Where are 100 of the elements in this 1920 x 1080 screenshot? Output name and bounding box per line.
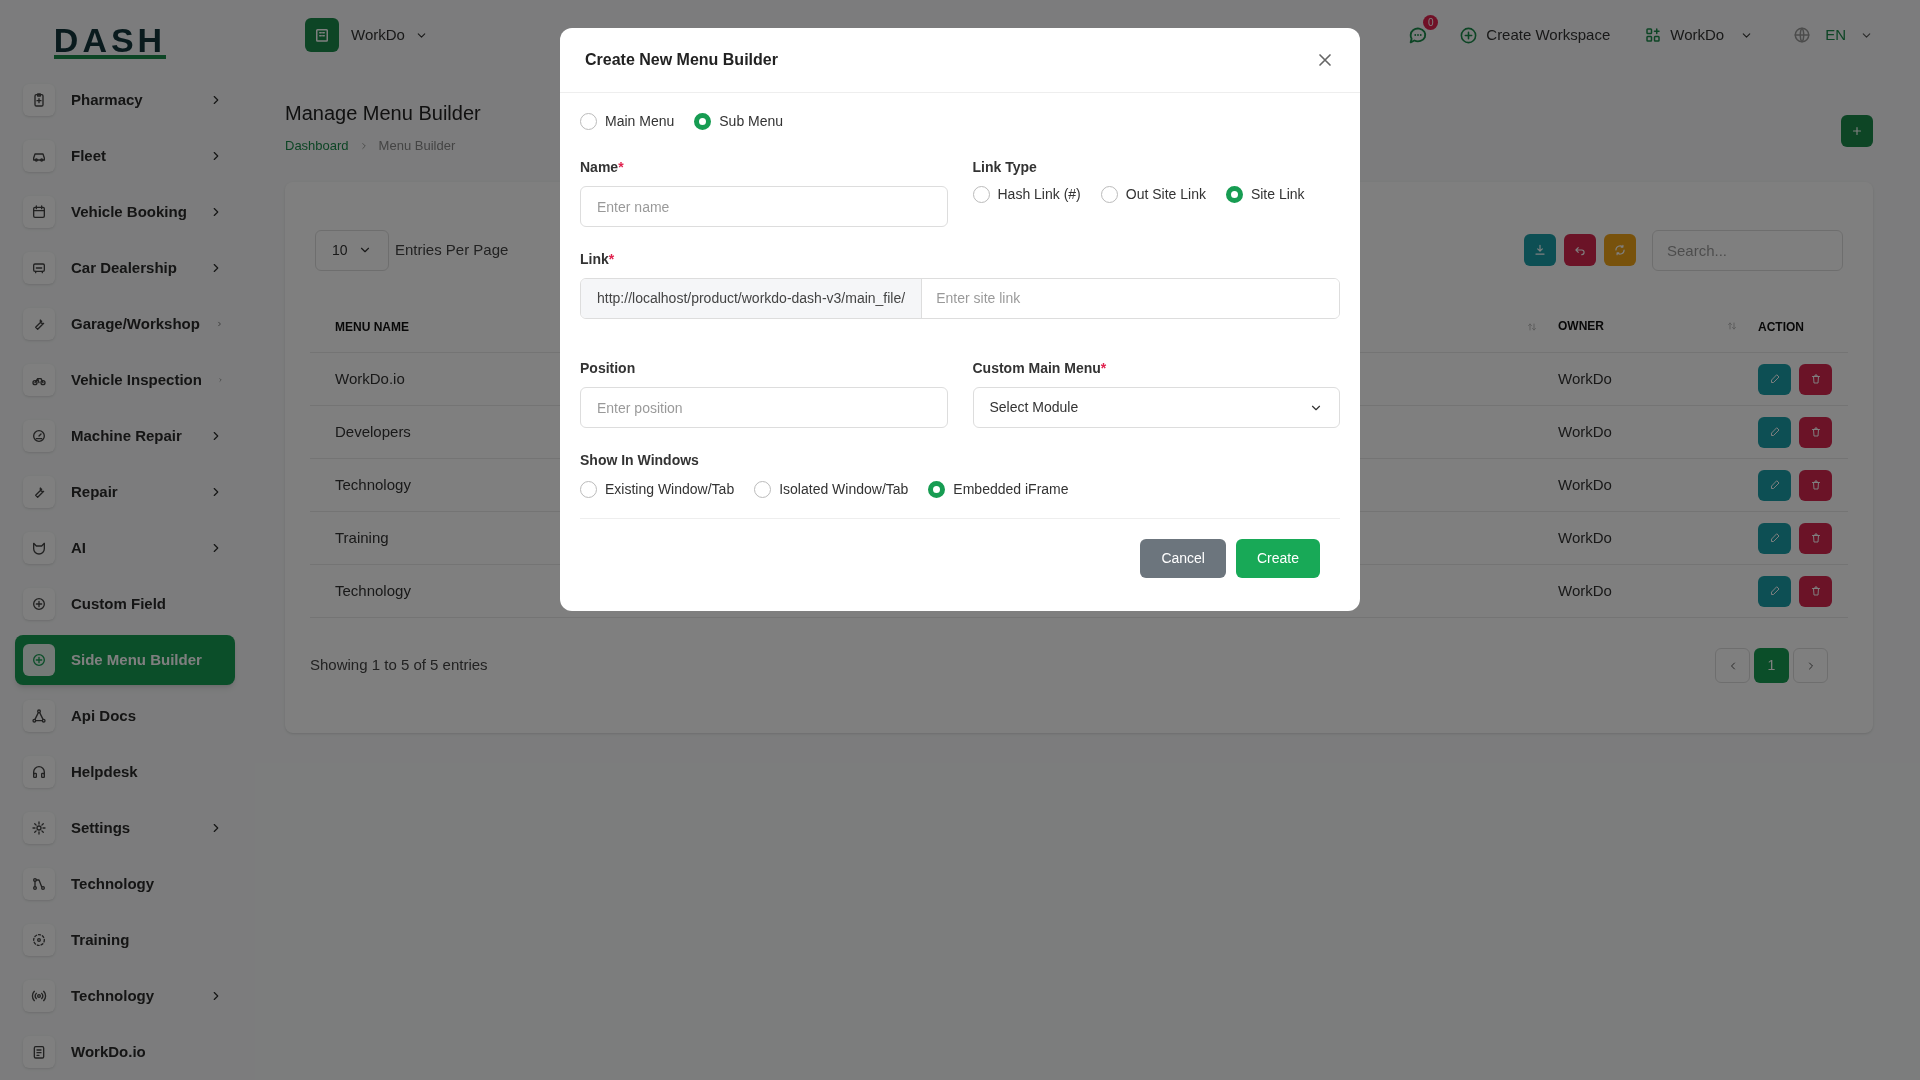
sidebar-item[interactable]: Training <box>15 915 235 965</box>
input-field[interactable]: Enter position <box>580 387 948 428</box>
sidebar-item[interactable]: Repair <box>15 467 235 517</box>
edit-button[interactable] <box>1758 416 1791 448</box>
radio-button[interactable] <box>1225 186 1243 203</box>
delete-button[interactable] <box>1799 469 1832 501</box>
breadcrumb-current: Menu Builder <box>378 137 456 155</box>
entries-label: Entries Per Page <box>395 239 509 260</box>
refresh-button[interactable] <box>1604 234 1636 266</box>
delete-button[interactable] <box>1799 522 1832 554</box>
sidebar-item[interactable]: Pharmacy <box>15 75 235 125</box>
mask-icon <box>31 540 47 556</box>
delete-button[interactable] <box>1799 416 1832 448</box>
radio-option[interactable]: Hash Link (#) <box>972 184 1081 205</box>
table-summary: Showing 1 to 5 of 5 entries <box>310 655 488 676</box>
account-dropdown[interactable]: WorkDo <box>1644 23 1754 47</box>
sidebar-item[interactable]: Technology <box>15 971 235 1021</box>
cancel-button[interactable]: Cancel <box>1140 539 1226 578</box>
page-button[interactable]: 1 <box>1754 648 1789 683</box>
language-dropdown[interactable]: EN <box>1793 23 1873 47</box>
clipboard-icon <box>31 92 47 108</box>
breadcrumb-link[interactable]: Dashboard <box>285 136 349 156</box>
edit-button[interactable] <box>1758 469 1791 501</box>
field-label: Show In Windows <box>580 451 700 470</box>
sidebar-item[interactable]: Fleet <box>15 131 235 181</box>
pencil-icon <box>1768 426 1781 438</box>
trash-icon <box>1809 532 1822 544</box>
workspace-button[interactable] <box>305 18 339 52</box>
table-cell: Technology <box>335 475 411 493</box>
radio-button[interactable] <box>972 186 990 203</box>
radio-option[interactable]: Main Menu <box>580 111 675 132</box>
field-label: Position <box>580 359 637 378</box>
add-button[interactable] <box>1841 115 1873 147</box>
pencil-icon <box>1768 373 1781 385</box>
radio-option[interactable]: Sub Menu <box>694 111 784 132</box>
dashed-circle-icon <box>31 932 47 948</box>
workspace-dropdown[interactable]: WorkDo <box>351 23 428 47</box>
nodes-icon <box>31 876 47 892</box>
sidebar-item[interactable]: Vehicle Inspection <box>15 355 235 405</box>
entries-select[interactable]: 10 <box>315 229 389 271</box>
column-header: ACTION <box>1758 320 1804 334</box>
building-icon <box>313 26 331 44</box>
radio-button[interactable] <box>580 113 597 130</box>
module-select[interactable]: Select Module <box>972 387 1340 428</box>
globe-icon <box>1793 26 1812 44</box>
sidebar-item[interactable]: Technology <box>15 859 235 909</box>
create-workspace-button[interactable]: Create Workspace <box>1459 23 1611 47</box>
edit-button[interactable] <box>1758 575 1791 607</box>
edit-button[interactable] <box>1758 363 1791 395</box>
notification-badge: 0 <box>1423 15 1439 30</box>
radio-button[interactable] <box>754 481 772 498</box>
sidebar-item[interactable]: Settings <box>15 803 235 853</box>
field-label: Name* <box>580 158 625 177</box>
settings-icon <box>31 820 47 836</box>
edit-button[interactable] <box>1758 522 1791 554</box>
export-button[interactable] <box>1524 234 1556 266</box>
modal-title: Create New Menu Builder <box>585 50 778 70</box>
undo-button[interactable] <box>1564 234 1596 266</box>
trash-icon <box>1809 426 1822 438</box>
column-header: OWNER <box>1558 318 1604 336</box>
sidebar-item[interactable]: Car Dealership <box>15 243 235 293</box>
pencil-icon <box>1768 532 1781 544</box>
delete-button[interactable] <box>1799 575 1832 607</box>
radio-option[interactable]: Site Link <box>1225 184 1305 205</box>
page-title: Manage Menu Builder <box>285 101 481 126</box>
table-cell: Developers <box>335 422 411 440</box>
sidebar-item[interactable]: Helpdesk <box>15 747 235 797</box>
sidebar-item[interactable]: Side Menu Builder <box>15 635 235 685</box>
previous-page-button[interactable] <box>1715 648 1750 683</box>
radio-option[interactable]: Existing Window/Tab <box>580 479 735 500</box>
radio-option[interactable]: Out Site Link <box>1100 184 1206 205</box>
input-field[interactable]: Enter name <box>580 186 948 227</box>
radio-option[interactable]: Isolated Window/Tab <box>754 479 909 500</box>
radio-button[interactable] <box>928 481 946 498</box>
next-page-button[interactable] <box>1793 648 1828 683</box>
radio-button[interactable] <box>694 113 712 130</box>
trash-icon <box>1809 585 1822 597</box>
field-label: Link* <box>580 250 616 269</box>
sidebar-item[interactable]: Vehicle Booking <box>15 187 235 237</box>
sidebar-item[interactable]: Api Docs <box>15 691 235 741</box>
radio-button[interactable] <box>1100 186 1118 203</box>
sidebar-item[interactable]: AI <box>15 523 235 573</box>
delete-button[interactable] <box>1799 363 1832 395</box>
table-cell: WorkDo <box>1558 581 1612 599</box>
calendar-icon <box>31 204 47 220</box>
sidebar-item[interactable]: Machine Repair <box>15 411 235 461</box>
pencil-icon <box>1768 585 1781 597</box>
pencil-icon <box>1768 479 1781 491</box>
sidebar-item[interactable]: Custom Field <box>15 579 235 629</box>
radio-option[interactable]: Embedded iFrame <box>928 479 1069 500</box>
link-input-group[interactable]: http://localhost/product/workdo-dash-v3/main_file/ Enter site link <box>580 278 1340 319</box>
radio-button[interactable] <box>580 481 597 498</box>
plus-circle-icon <box>31 652 47 668</box>
signal-icon <box>31 988 47 1004</box>
table-cell: WorkDo <box>1558 369 1612 387</box>
sidebar-item[interactable]: WorkDo.io <box>15 1027 235 1077</box>
logo[interactable]: DASH <box>53 25 167 59</box>
create-button[interactable]: Create <box>1235 539 1320 578</box>
sidebar-item[interactable]: Garage/Workshop <box>15 299 235 349</box>
field-label: Custom Main Menu* <box>972 359 1108 378</box>
